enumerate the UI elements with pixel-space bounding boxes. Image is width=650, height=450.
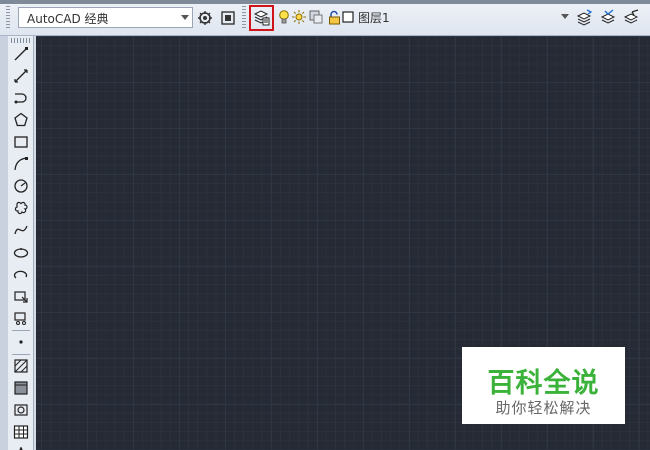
- hatch-tool-button[interactable]: [11, 356, 31, 376]
- workspace-settings-icon: [198, 10, 212, 25]
- watermark-title: 百科全说: [487, 368, 600, 399]
- spline-tool-button[interactable]: [11, 220, 31, 240]
- watermark: 百科全说 助你轻松解决: [462, 347, 625, 424]
- point-icon: [19, 340, 23, 344]
- lock-icon[interactable]: [327, 9, 341, 25]
- draw-toolbar: [8, 36, 34, 450]
- lightbulb-icon[interactable]: [277, 9, 291, 25]
- ellipse-icon: [13, 248, 29, 258]
- gradient-tool-button[interactable]: [11, 378, 31, 398]
- rectangle-tool-button[interactable]: [11, 132, 31, 152]
- arc-icon: [14, 157, 28, 171]
- layer-previous-button[interactable]: [574, 7, 594, 28]
- spline-icon: [14, 225, 28, 235]
- construction-line-icon: [14, 69, 28, 83]
- layer-select-value: 图层1: [358, 11, 390, 25]
- make-current-icon: [600, 8, 616, 24]
- circle-tool-button[interactable]: [11, 176, 31, 196]
- title-strip: [0, 0, 650, 4]
- workspace-settings-button[interactable]: [195, 7, 215, 28]
- maximize-viewport-icon: [221, 10, 235, 25]
- color-square-icon[interactable]: [341, 9, 355, 25]
- hatch-icon: [14, 359, 28, 373]
- line-icon: [14, 47, 28, 61]
- workspace-select-value: AutoCAD 经典: [27, 12, 109, 26]
- sun-icon[interactable]: [292, 9, 306, 25]
- ellipse-arc-tool-button[interactable]: [11, 264, 31, 284]
- gradient-icon: [14, 381, 28, 395]
- ellipse-arc-icon: [13, 270, 28, 279]
- table-tool-button[interactable]: [11, 422, 31, 442]
- revision-cloud-icon: [14, 201, 28, 215]
- toolbar-grip[interactable]: [6, 6, 10, 30]
- arc-tool-button[interactable]: [11, 154, 31, 174]
- layer-previous-icon: [576, 8, 593, 26]
- region-tool-button[interactable]: [11, 400, 31, 420]
- line-tool-button[interactable]: [11, 44, 31, 64]
- polyline-tool-button[interactable]: [11, 88, 31, 108]
- insert-block-tool-button[interactable]: [11, 286, 31, 306]
- revision-cloud-tool-button[interactable]: [11, 198, 31, 218]
- multiline-text-tool-button[interactable]: [11, 442, 31, 450]
- toolbar-grip[interactable]: [242, 6, 246, 30]
- layer-select[interactable]: 图层1: [356, 7, 572, 28]
- point-tool-button[interactable]: [11, 332, 31, 352]
- polyline-icon: [14, 93, 27, 104]
- make-current-button[interactable]: [598, 7, 618, 28]
- circle-icon: [14, 179, 28, 193]
- watermark-subtitle: 助你轻松解决: [495, 399, 592, 417]
- polygon-tool-button[interactable]: [11, 110, 31, 130]
- layer-match-icon: [623, 8, 639, 24]
- polygon-icon: [14, 112, 28, 127]
- rectangle-icon: [14, 136, 28, 148]
- construction-line-tool-button[interactable]: [11, 66, 31, 86]
- insert-block-icon: [14, 291, 28, 303]
- toolbar-grip[interactable]: [11, 38, 31, 43]
- workspace-select[interactable]: AutoCAD 经典: [18, 7, 193, 28]
- maximize-viewport-button[interactable]: [218, 7, 238, 28]
- left-dock-edge: [0, 36, 8, 450]
- make-block-icon: [14, 312, 26, 325]
- region-icon: [14, 404, 28, 416]
- chevron-down-icon[interactable]: [561, 14, 569, 19]
- highlight-frame: [249, 5, 274, 31]
- chevron-down-icon[interactable]: [181, 15, 189, 20]
- toolbar-separator: [12, 354, 30, 355]
- freeze-viewport-icon[interactable]: [309, 9, 323, 25]
- make-block-tool-button[interactable]: [11, 308, 31, 328]
- layer-match-button[interactable]: [622, 7, 642, 28]
- table-icon: [13, 425, 29, 439]
- ellipse-tool-button[interactable]: [11, 242, 31, 262]
- toolbar-separator: [12, 330, 30, 331]
- standard-toolbar: AutoCAD 经典 图层1: [0, 0, 650, 36]
